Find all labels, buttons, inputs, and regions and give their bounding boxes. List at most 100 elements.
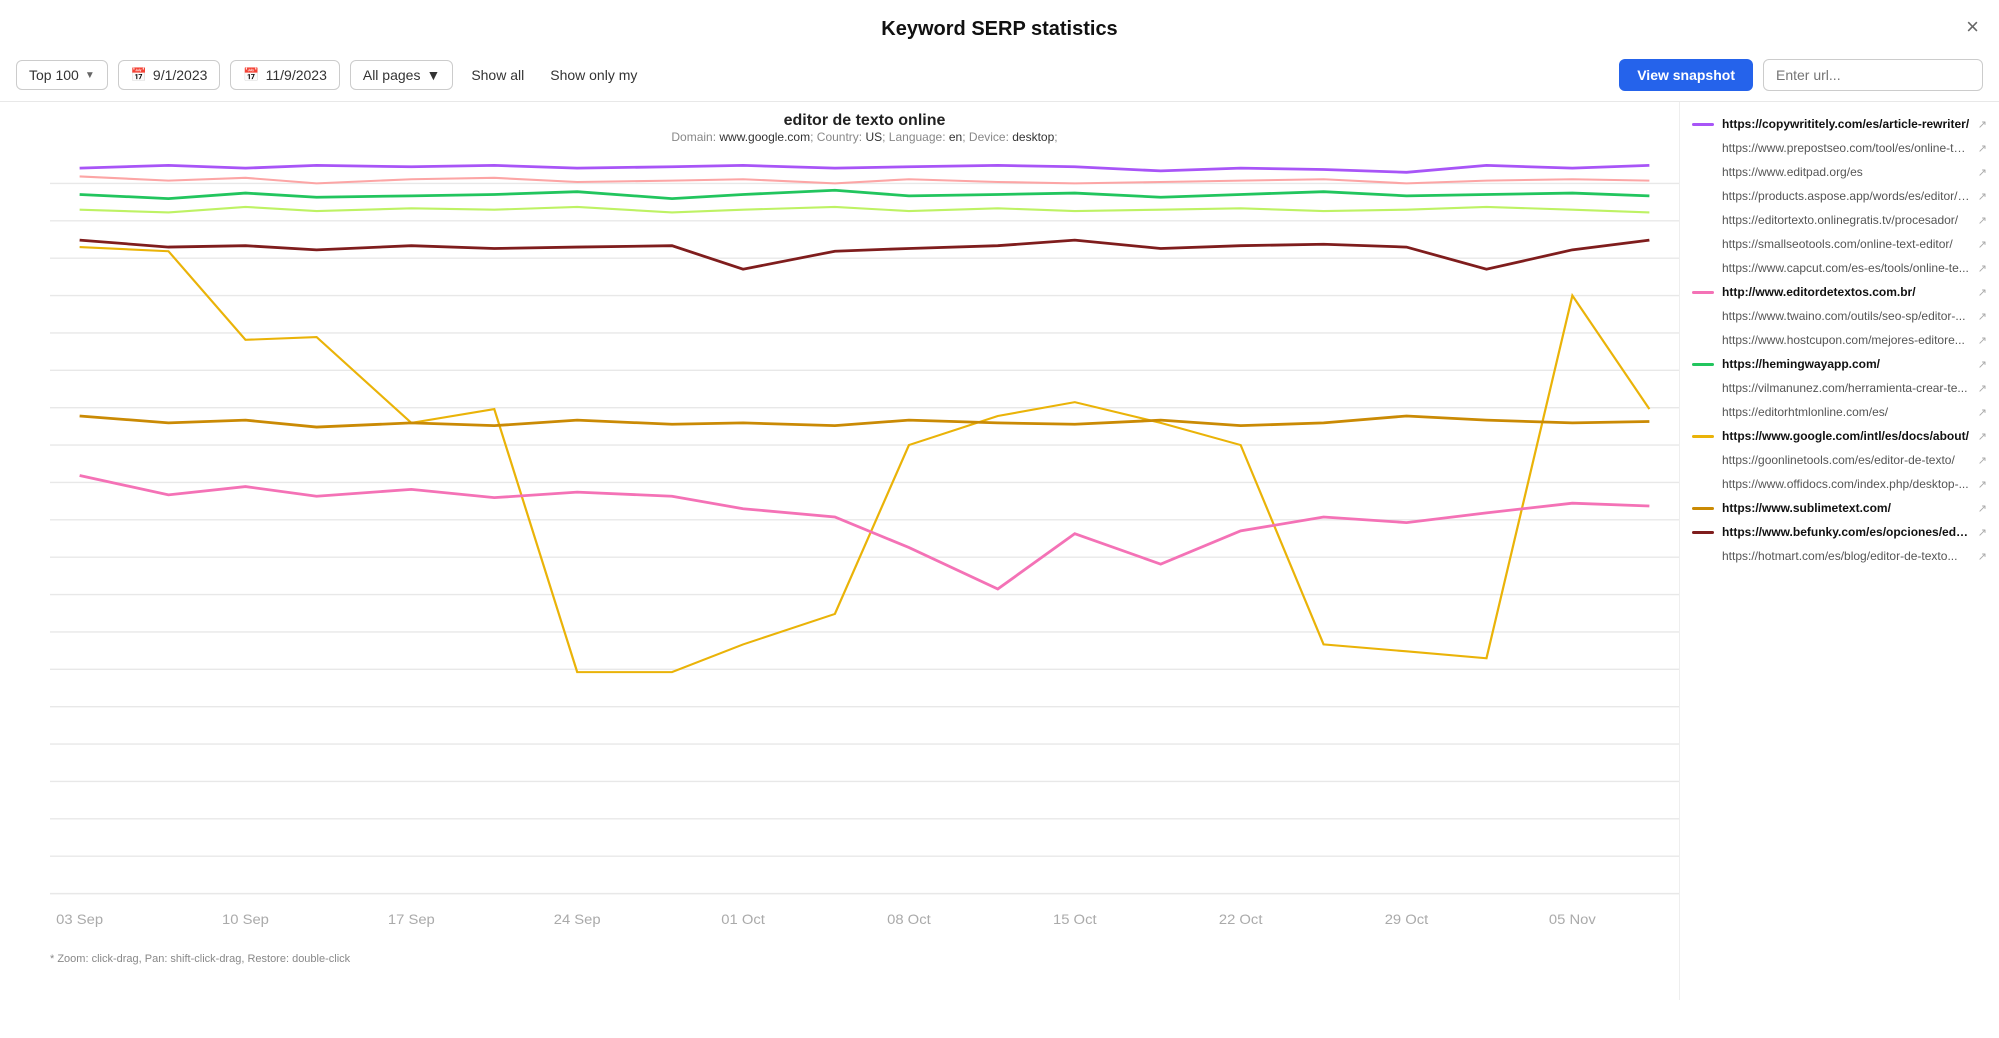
chart-container: editor de texto online Domain: www.googl…	[0, 102, 1679, 1000]
top100-select[interactable]: Top 100 ▼	[16, 60, 108, 90]
toolbar: Top 100 ▼ 📅 9/1/2023 📅 11/9/2023 All pag…	[0, 51, 1999, 102]
legend-color-line	[1692, 555, 1714, 558]
legend-item[interactable]: https://www.google.com/intl/es/docs/abou…	[1680, 424, 1999, 448]
view-snapshot-button[interactable]: View snapshot	[1619, 59, 1753, 91]
chart-area: editor de texto online Domain: www.googl…	[0, 102, 1999, 1000]
external-link-icon[interactable]: ↗	[1978, 382, 1987, 395]
external-link-icon[interactable]: ↗	[1978, 214, 1987, 227]
legend-url-text: https://www.prepostseo.com/tool/es/onlin…	[1722, 141, 1970, 155]
external-link-icon[interactable]: ↗	[1978, 238, 1987, 251]
top100-label: Top 100	[29, 67, 79, 83]
legend-color-line	[1692, 291, 1714, 294]
legend-color-line	[1692, 267, 1714, 270]
legend-url-text: https://www.hostcupon.com/mejores-editor…	[1722, 333, 1970, 347]
external-link-icon[interactable]: ↗	[1978, 526, 1987, 539]
all-pages-arrow: ▼	[426, 67, 440, 83]
date-start-picker[interactable]: 📅 9/1/2023	[118, 60, 221, 90]
legend-color-line	[1692, 363, 1714, 366]
legend-color-line	[1692, 195, 1714, 198]
legend-item[interactable]: https://www.twaino.com/outils/seo-sp/edi…	[1680, 304, 1999, 328]
chart-title: editor de texto online	[50, 112, 1679, 130]
all-pages-select[interactable]: All pages ▼	[350, 60, 453, 90]
legend-url-text: https://hotmart.com/es/blog/editor-de-te…	[1722, 549, 1970, 563]
legend-item[interactable]: http://www.editordetextos.com.br/ ↗	[1680, 280, 1999, 304]
legend-color-line	[1692, 339, 1714, 342]
legend-color-line	[1692, 123, 1714, 126]
svg-text:15 Oct: 15 Oct	[1053, 912, 1097, 927]
legend-item[interactable]: https://www.befunky.com/es/opciones/edit…	[1680, 520, 1999, 544]
svg-text:03 Sep: 03 Sep	[56, 912, 103, 927]
zoom-hint: * Zoom: click-drag, Pan: shift-click-dra…	[50, 949, 1679, 965]
external-link-icon[interactable]: ↗	[1978, 142, 1987, 155]
legend-url-text: https://editortexto.onlinegratis.tv/proc…	[1722, 213, 1970, 227]
external-link-icon[interactable]: ↗	[1978, 358, 1987, 371]
external-link-icon[interactable]: ↗	[1978, 262, 1987, 275]
legend-color-line	[1692, 387, 1714, 390]
legend-item[interactable]: https://hemingwayapp.com/ ↗	[1680, 352, 1999, 376]
svg-text:17 Sep: 17 Sep	[388, 912, 435, 927]
legend-url-text: https://copywrititely.com/es/article-rew…	[1722, 117, 1970, 131]
legend-color-line	[1692, 219, 1714, 222]
legend-item[interactable]: https://smallseotools.com/online-text-ed…	[1680, 232, 1999, 256]
legend-url-text: https://smallseotools.com/online-text-ed…	[1722, 237, 1970, 251]
legend-url-text: https://www.google.com/intl/es/docs/abou…	[1722, 429, 1970, 443]
legend-color-line	[1692, 459, 1714, 462]
calendar-icon-start: 📅	[131, 67, 147, 83]
legend-color-line	[1692, 315, 1714, 318]
external-link-icon[interactable]: ↗	[1978, 334, 1987, 347]
legend-color-line	[1692, 411, 1714, 414]
legend-item[interactable]: https://www.editpad.org/es ↗	[1680, 160, 1999, 184]
legend-url-text: https://www.befunky.com/es/opciones/edit…	[1722, 525, 1970, 539]
legend-item[interactable]: https://products.aspose.app/words/es/edi…	[1680, 184, 1999, 208]
chart-subtitle: Domain: www.google.com; Country: US; Lan…	[50, 130, 1679, 144]
legend-url-text: https://editorhtmlonline.com/es/	[1722, 405, 1970, 419]
legend-item[interactable]: https://hotmart.com/es/blog/editor-de-te…	[1680, 544, 1999, 568]
external-link-icon[interactable]: ↗	[1978, 454, 1987, 467]
url-input[interactable]	[1763, 59, 1983, 91]
chart-title-area: editor de texto online Domain: www.googl…	[50, 112, 1679, 144]
legend-url-text: https://vilmanunez.com/herramienta-crear…	[1722, 381, 1970, 395]
external-link-icon[interactable]: ↗	[1978, 166, 1987, 179]
legend-item[interactable]: https://editortexto.onlinegratis.tv/proc…	[1680, 208, 1999, 232]
date-end-label: 11/9/2023	[266, 67, 327, 83]
close-button[interactable]: ×	[1966, 16, 1979, 38]
legend-color-line	[1692, 243, 1714, 246]
svg-text:10 Sep: 10 Sep	[222, 912, 269, 927]
all-pages-label: All pages	[363, 67, 421, 83]
legend-url-text: https://products.aspose.app/words/es/edi…	[1722, 189, 1970, 203]
svg-text:24 Sep: 24 Sep	[554, 912, 601, 927]
svg-text:22 Oct: 22 Oct	[1219, 912, 1263, 927]
external-link-icon[interactable]: ↗	[1978, 190, 1987, 203]
legend-item[interactable]: https://goonlinetools.com/es/editor-de-t…	[1680, 448, 1999, 472]
external-link-icon[interactable]: ↗	[1978, 310, 1987, 323]
legend-item[interactable]: https://editorhtmlonline.com/es/ ↗	[1680, 400, 1999, 424]
modal-title: Keyword SERP statistics	[881, 18, 1117, 41]
legend-item[interactable]: https://www.sublimetext.com/↗	[1680, 496, 1999, 520]
external-link-icon[interactable]: ↗	[1978, 286, 1987, 299]
external-link-icon[interactable]: ↗	[1978, 550, 1987, 563]
legend-url-text: https://www.editpad.org/es	[1722, 165, 1970, 179]
legend-color-line	[1692, 171, 1714, 174]
legend-url-text: https://hemingwayapp.com/	[1722, 357, 1970, 371]
legend-item[interactable]: https://www.capcut.com/es-es/tools/onlin…	[1680, 256, 1999, 280]
external-link-icon[interactable]: ↗	[1978, 502, 1987, 515]
show-only-my-button[interactable]: Show only my	[542, 61, 645, 89]
svg-text:05 Nov: 05 Nov	[1549, 912, 1597, 927]
legend-item[interactable]: https://copywrititely.com/es/article-rew…	[1680, 112, 1999, 136]
external-link-icon[interactable]: ↗	[1978, 478, 1987, 491]
legend-url-text: https://www.offidocs.com/index.php/deskt…	[1722, 477, 1970, 491]
top100-arrow: ▼	[85, 70, 95, 81]
external-link-icon[interactable]: ↗	[1978, 118, 1987, 131]
legend-item[interactable]: https://www.offidocs.com/index.php/deskt…	[1680, 472, 1999, 496]
legend-item[interactable]: https://www.prepostseo.com/tool/es/onlin…	[1680, 136, 1999, 160]
external-link-icon[interactable]: ↗	[1978, 430, 1987, 443]
chart-svg-wrap: 5 10 15 20 25 30 35 40 45 50 55 60 65 70…	[50, 146, 1679, 949]
calendar-icon-end: 📅	[243, 67, 259, 83]
date-end-picker[interactable]: 📅 11/9/2023	[230, 60, 339, 90]
legend-url-text: http://www.editordetextos.com.br/	[1722, 285, 1970, 299]
external-link-icon[interactable]: ↗	[1978, 406, 1987, 419]
legend-item[interactable]: https://www.hostcupon.com/mejores-editor…	[1680, 328, 1999, 352]
show-all-button[interactable]: Show all	[463, 61, 532, 89]
serp-chart: 5 10 15 20 25 30 35 40 45 50 55 60 65 70…	[50, 146, 1679, 949]
legend-item[interactable]: https://vilmanunez.com/herramienta-crear…	[1680, 376, 1999, 400]
